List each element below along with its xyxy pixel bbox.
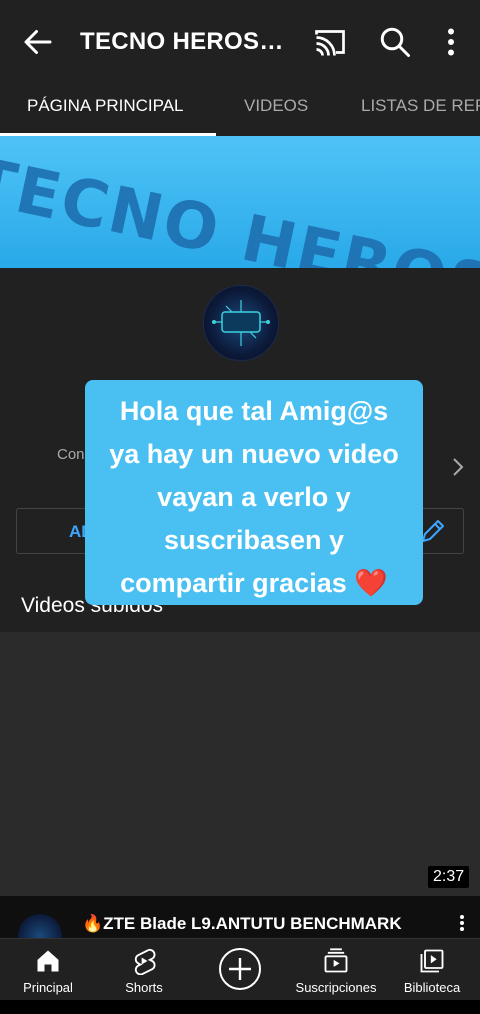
nav-library[interactable]: Biblioteca [392,939,472,1001]
channel-banner: TECNO HEROS SHOW [0,136,480,268]
search-icon[interactable] [377,24,413,60]
nav-label: Shorts [125,980,163,995]
circuit-logo-icon [212,300,270,346]
more-options-icon[interactable] [433,24,469,60]
system-nav-bar [0,1000,480,1014]
video-channel-avatar[interactable] [18,914,62,940]
overlay-line: suscribasen y [163,525,345,555]
tab-videos[interactable]: VIDEOS [244,96,308,116]
youtube-channel-screen: TECNO HEROS SHOW PÁGINA PRINCIPAL VIDEOS… [0,0,480,1014]
nav-label: Biblioteca [403,980,461,995]
subscriptions-icon [324,948,348,973]
video-title[interactable]: 🔥ZTE Blade L9.ANTUTU BENCHMARK [82,914,402,934]
overlay-message: Hola que tal Amig@s ya hay un nuevo vide… [85,390,423,605]
channel-stats-text: Con [57,446,85,463]
story-text-overlay: Hola que tal Amig@s ya hay un nuevo vide… [85,380,423,605]
overlay-line: Hola que tal Amig@s [119,396,389,426]
nav-subscriptions[interactable]: Suscripciones [286,939,386,1001]
tab-playlists[interactable]: LISTAS DE REPRODUCCIÓN [361,96,480,116]
nav-shorts[interactable]: Shorts [102,939,186,1001]
back-arrow-icon[interactable] [20,24,56,60]
overlay-line: vayan a verlo y [157,482,351,512]
bottom-navigation: Principal Shorts Suscripciones Bibliotec… [0,938,480,1001]
banner-logo-text: TECNO HEROS SHOW [0,144,480,268]
nav-home[interactable]: Principal [6,939,90,1001]
home-icon [37,950,59,972]
library-icon [420,949,444,973]
video-more-icon[interactable] [452,910,472,936]
channel-avatar[interactable] [203,285,279,361]
video-duration-badge: 2:37 [428,866,470,888]
video-thumbnail[interactable] [0,632,480,896]
cast-icon[interactable] [312,24,348,60]
tab-home[interactable]: PÁGINA PRINCIPAL [27,96,184,116]
video-info-row[interactable]: 🔥ZTE Blade L9.ANTUTU BENCHMARK [0,896,480,940]
channel-tabs: PÁGINA PRINCIPAL VIDEOS LISTAS DE REPROD… [0,84,480,137]
shorts-icon [134,949,156,975]
overlay-line: ya hay un nuevo video [109,439,399,469]
add-icon[interactable] [218,947,262,991]
channel-title: TECNO HEROS SHOW [80,28,285,55]
nav-label: Suscripciones [295,980,377,995]
overlay-line: compartir gracias ❤️ [120,568,388,598]
chevron-right-icon[interactable] [448,454,468,480]
nav-label: Principal [23,980,73,995]
top-app-bar: TECNO HEROS SHOW [0,0,480,84]
